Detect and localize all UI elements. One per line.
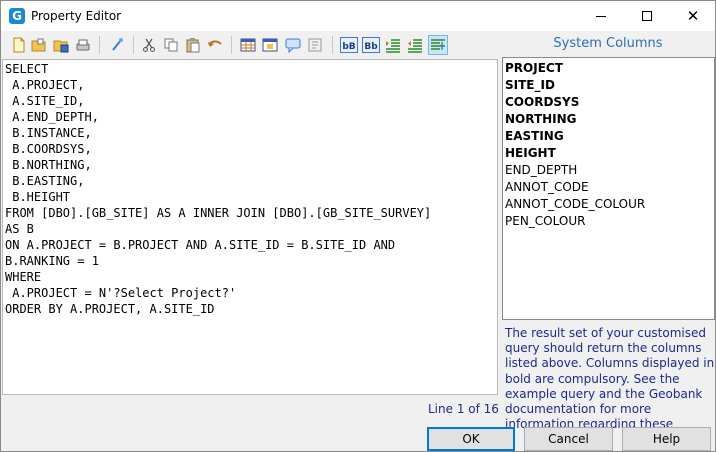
align-button[interactable]: [428, 35, 448, 55]
table-edit-button[interactable]: [260, 35, 280, 55]
new-page-icon: [13, 37, 25, 53]
column-item[interactable]: ANNOT_CODE_COLOUR: [503, 196, 714, 213]
indent-icon: [386, 39, 400, 53]
property-editor-window: G Property Editor ✕ bB Bb SELECT A.PROJE…: [0, 0, 716, 452]
uppercase-icon: Bb: [362, 37, 380, 53]
sql-query-text[interactable]: SELECT A.PROJECT, A.SITE_ID, A.END_DEPTH…: [3, 60, 497, 317]
copy-button[interactable]: [161, 35, 181, 55]
undo-icon: [208, 40, 222, 47]
minimize-icon: [596, 15, 606, 17]
window-title: Property Editor: [31, 9, 122, 23]
svg-text:bB: bB: [342, 42, 355, 52]
column-item[interactable]: SITE_ID: [503, 77, 714, 94]
column-item[interactable]: PEN_COLOUR: [503, 213, 714, 230]
minimize-button[interactable]: [578, 1, 624, 31]
table-button[interactable]: [238, 35, 258, 55]
toolbar: bB Bb: [2, 31, 499, 59]
find-icon: [112, 38, 123, 51]
svg-text:Bb: Bb: [364, 42, 378, 52]
title-bar: G Property Editor ✕: [1, 1, 715, 31]
print-button[interactable]: [73, 35, 93, 55]
paste-button[interactable]: [183, 35, 203, 55]
cut-icon: [143, 38, 155, 52]
line-status: Line 1 of 16: [428, 402, 499, 416]
column-item[interactable]: PROJECT: [503, 60, 714, 77]
system-columns-list[interactable]: PROJECT SITE_ID COORDSYS NORTHING EASTING HEI…: [502, 57, 715, 320]
toolbar-separator: [332, 36, 333, 54]
close-icon: ✕: [686, 6, 700, 25]
maximize-button[interactable]: [624, 1, 670, 31]
cut-button[interactable]: [139, 35, 159, 55]
undo-button[interactable]: [205, 35, 225, 55]
comment-icon: [285, 38, 301, 53]
toolbar-separator: [231, 36, 232, 54]
save-button[interactable]: [51, 35, 71, 55]
format-button[interactable]: [305, 35, 325, 55]
open-folder-icon: [31, 38, 46, 52]
copy-icon: [164, 38, 178, 52]
column-item[interactable]: EASTING: [503, 128, 714, 145]
app-logo-icon: G: [9, 8, 25, 24]
open-button[interactable]: [29, 35, 49, 55]
indent-button[interactable]: [383, 35, 403, 55]
toolbar-separator: [133, 36, 134, 54]
outdent-button[interactable]: [405, 35, 425, 55]
align-icon: [431, 39, 445, 50]
help-button[interactable]: Help: [622, 427, 711, 451]
comment-button[interactable]: [283, 35, 303, 55]
table-edit-icon: [262, 38, 278, 52]
close-button[interactable]: ✕: [670, 1, 716, 31]
print-icon: [76, 39, 90, 51]
table-icon: [240, 38, 256, 52]
uppercase-button[interactable]: Bb: [361, 35, 381, 55]
save-icon: [53, 40, 69, 53]
help-text: The result set of your customised query …: [505, 326, 715, 432]
format-icon: [308, 38, 322, 52]
new-button[interactable]: [9, 35, 29, 55]
column-item[interactable]: ANNOT_CODE: [503, 179, 714, 196]
column-item[interactable]: COORDSYS: [503, 94, 714, 111]
cancel-button[interactable]: Cancel: [524, 427, 613, 451]
outdent-icon: [408, 39, 422, 53]
column-item[interactable]: NORTHING: [503, 111, 714, 128]
column-item[interactable]: END_DEPTH: [503, 162, 714, 179]
maximize-icon: [642, 11, 652, 21]
ok-button[interactable]: OK: [427, 427, 515, 451]
paste-icon: [186, 38, 200, 53]
lowercase-icon: bB: [340, 37, 358, 53]
find-button[interactable]: [107, 35, 127, 55]
sql-editor[interactable]: SELECT A.PROJECT, A.SITE_ID, A.END_DEPTH…: [2, 59, 498, 395]
system-columns-header: System Columns: [553, 36, 663, 51]
lowercase-button[interactable]: bB: [339, 35, 359, 55]
column-item[interactable]: HEIGHT: [503, 145, 714, 162]
toolbar-separator: [99, 36, 100, 54]
